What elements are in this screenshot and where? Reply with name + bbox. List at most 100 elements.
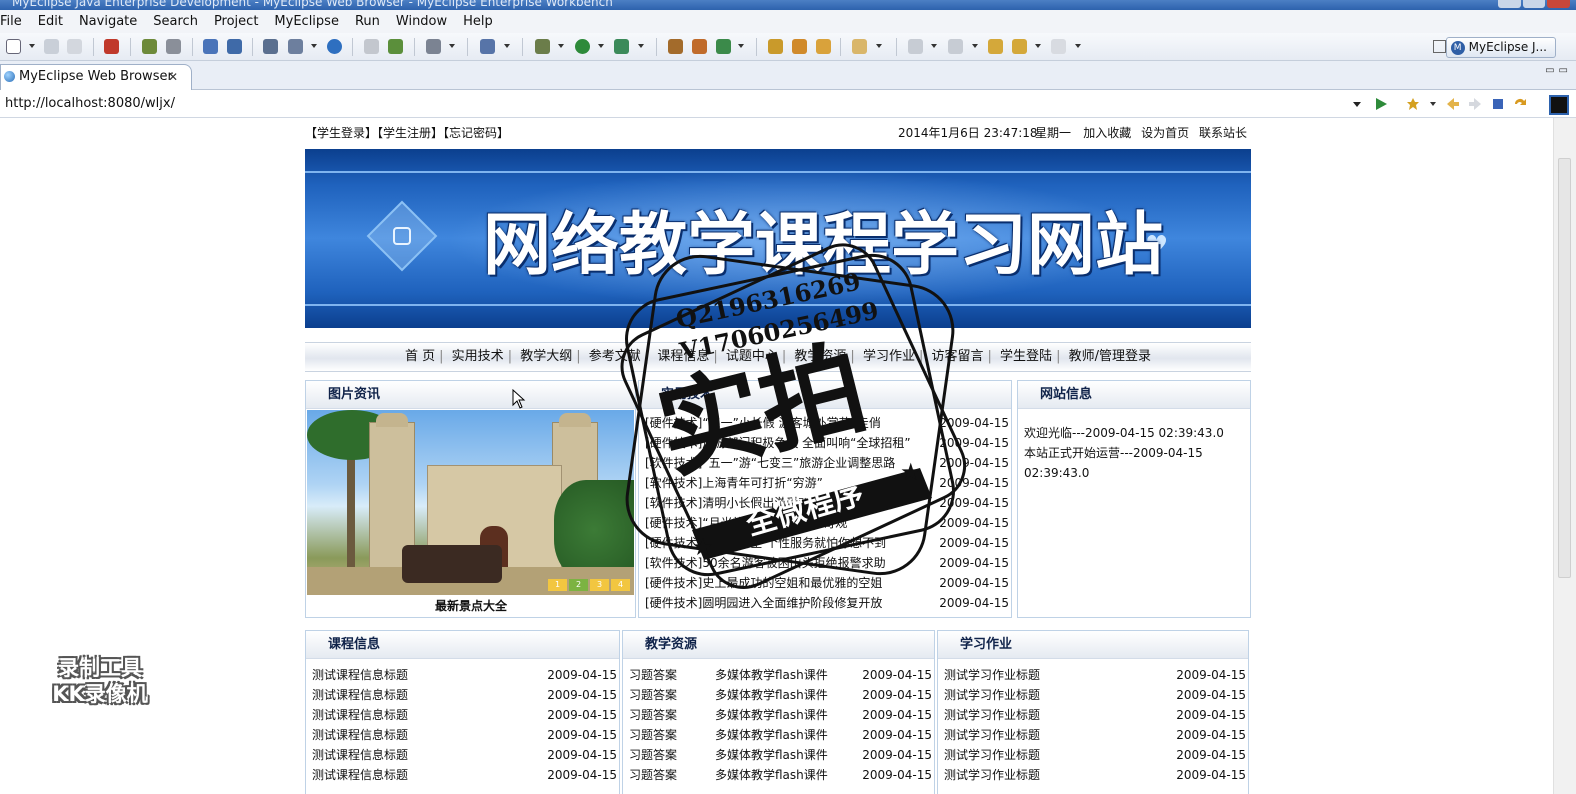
item-title[interactable]: 测试课程信息标题	[312, 728, 408, 742]
debug-dropdown-icon[interactable]	[558, 44, 564, 48]
terminal-dropdown-icon[interactable]	[449, 44, 455, 48]
maximize-button[interactable]	[1522, 0, 1546, 8]
bookmark-dropdown-icon[interactable]	[1430, 102, 1436, 106]
new-server-icon[interactable]	[480, 39, 495, 54]
browser-forward-icon[interactable]	[1468, 97, 1482, 111]
item-title[interactable]: 测试课程信息标题	[312, 688, 408, 702]
item-title[interactable]: 测试学习作业标题	[944, 768, 1040, 782]
set-homepage-link[interactable]: 设为首页	[1141, 126, 1189, 140]
perspective-button[interactable]: M MyEclipse J...	[1445, 37, 1556, 58]
list-item[interactable]: [软件技术]清明小长假出游受欢迎 2009-04-15	[645, 493, 1011, 513]
item-title[interactable]: 测试学习作业标题	[944, 748, 1040, 762]
pen-icon[interactable]	[792, 39, 807, 54]
nav-teacher-admin-login[interactable]: 教师/管理登录	[1069, 349, 1151, 364]
bookmark-icon[interactable]	[1406, 97, 1420, 111]
list-item[interactable]: [硬件技术]圆明园进入全面维护阶段修复开放 2009-04-15	[645, 593, 1011, 613]
scrollbar-thumb[interactable]	[1558, 158, 1571, 578]
item-title[interactable]: 测试学习作业标题	[944, 668, 1040, 682]
item-title[interactable]: [硬件技术]“月光族”旅游“超火爆”奇观	[645, 516, 847, 530]
globe-icon[interactable]	[327, 39, 342, 54]
tab-minmax-controls[interactable]: ▭▭	[1545, 65, 1572, 76]
run-icon[interactable]	[575, 39, 590, 54]
stop-icon[interactable]	[1491, 97, 1505, 111]
item-title[interactable]: 多媒体教学flash课件	[715, 665, 828, 685]
menu-search[interactable]: Search	[153, 14, 198, 29]
item-title[interactable]: 多媒体教学flash课件	[715, 685, 828, 705]
wizard2-icon[interactable]	[227, 39, 242, 54]
item-title[interactable]: [硬件技术]圆明园进入全面维护阶段修复开放	[645, 596, 882, 610]
search-folder-dropdown-icon[interactable]	[876, 44, 882, 48]
list-item[interactable]: 测试课程信息标题 2009-04-15	[312, 725, 619, 745]
debug-icon[interactable]	[535, 39, 550, 54]
nav-course-info[interactable]: 课程信息	[657, 349, 709, 364]
slide-dot-3[interactable]: 3	[590, 579, 609, 591]
student-register-link[interactable]: 【学生注册】	[377, 126, 443, 140]
item-category[interactable]: 习题答案	[629, 708, 677, 722]
contact-admin-link[interactable]: 联系站长	[1199, 126, 1247, 140]
list-item[interactable]: 测试课程信息标题 2009-04-15	[312, 665, 619, 685]
item-category[interactable]: 习题答案	[629, 768, 677, 782]
run-server-icon[interactable]	[388, 39, 403, 54]
new-icon[interactable]	[6, 39, 21, 54]
list-item[interactable]: 测试课程信息标题 2009-04-15	[312, 745, 619, 765]
prev-annotation-icon[interactable]	[948, 39, 963, 54]
forward-icon[interactable]	[1051, 39, 1066, 54]
list-item[interactable]: [硬件技术]史上最成功的空姐和最优雅的空姐 2009-04-15	[645, 573, 1011, 593]
scenic-photo[interactable]: 1 2 3 4	[307, 410, 634, 595]
item-title[interactable]: [硬件技术]“三一”小长假 游客城外赏花”走俏	[645, 416, 881, 430]
forgot-password-link[interactable]: 【忘记密码】	[443, 126, 509, 140]
page-scrollbar[interactable]	[1553, 118, 1576, 794]
new-class-icon[interactable]	[692, 39, 707, 54]
slide-dot-2[interactable]: 2	[569, 579, 588, 591]
item-title[interactable]: 测试课程信息标题	[312, 708, 408, 722]
item-category[interactable]: 习题答案	[629, 668, 677, 682]
refresh-dropdown-icon[interactable]	[738, 44, 744, 48]
print-icon[interactable]	[67, 39, 82, 54]
nav-exam-center[interactable]: 试题中心	[726, 349, 778, 364]
item-category[interactable]: 习题答案	[629, 748, 677, 762]
menu-help[interactable]: Help	[463, 14, 493, 29]
list-item[interactable]: [软件技术]50余名游客被困山头拒绝报警求助 2009-04-15	[645, 553, 1011, 573]
item-title[interactable]: 测试课程信息标题	[312, 668, 408, 682]
list-item[interactable]: 测试学习作业标题 2009-04-15	[944, 765, 1248, 785]
item-title[interactable]: [硬件技术]史上最成功的空姐和最优雅的空姐	[645, 576, 882, 590]
open-folder-icon[interactable]	[768, 39, 783, 54]
list-item[interactable]: 习题答案 多媒体教学flash课件 2009-04-15	[629, 665, 934, 685]
item-title[interactable]: [硬件技术]旅游部门积极争议 全面叫响“全球招租”	[645, 436, 911, 450]
item-title[interactable]: 多媒体教学flash课件	[715, 705, 828, 725]
menu-run[interactable]: Run	[355, 14, 380, 29]
list-item[interactable]: 测试学习作业标题 2009-04-15	[944, 705, 1248, 725]
run-dropdown-icon[interactable]	[598, 44, 604, 48]
menu-window[interactable]: Window	[396, 14, 447, 29]
new-dropdown-icon[interactable]	[29, 44, 35, 48]
item-title[interactable]: [软件技术]清明小长假出游受欢迎	[645, 496, 822, 510]
item-title[interactable]: [硬件技术]感受星日空 个性服务就怕你想不到	[645, 536, 886, 550]
item-title[interactable]: [软件技术]上海青年可打折“穷游”	[645, 476, 823, 490]
nav-home[interactable]: 首 页	[405, 349, 435, 364]
list-item[interactable]: [软件技术]“五一”游“七变三”旅游企业调整思路 2009-04-15	[645, 453, 1011, 473]
last-edit-icon[interactable]	[988, 39, 1003, 54]
photo-caption[interactable]: 最新景点大全	[306, 597, 636, 614]
next-annotation-icon[interactable]	[908, 39, 923, 54]
back-icon[interactable]	[1012, 39, 1027, 54]
list-item[interactable]: 测试学习作业标题 2009-04-15	[944, 685, 1248, 705]
slide-dot-1[interactable]: 1	[548, 579, 567, 591]
list-item[interactable]: 测试学习作业标题 2009-04-15	[944, 725, 1248, 745]
menu-project[interactable]: Project	[214, 14, 258, 29]
open-type-dropdown-icon[interactable]	[311, 44, 317, 48]
list-item[interactable]: 测试学习作业标题 2009-04-15	[944, 665, 1248, 685]
browser-refresh-icon[interactable]	[1513, 97, 1527, 111]
close-tab-icon[interactable]: ✕	[168, 65, 178, 89]
next-annotation-dropdown-icon[interactable]	[931, 44, 937, 48]
menu-edit[interactable]: Edit	[38, 14, 63, 29]
hierarchy-icon[interactable]	[263, 39, 278, 54]
deploy-icon[interactable]	[142, 39, 157, 54]
window-controls[interactable]	[1498, 0, 1571, 8]
slide-dot-4[interactable]: 4	[611, 579, 630, 591]
list-item[interactable]: [硬件技术]旅游部门积极争议 全面叫响“全球招租” 2009-04-15	[645, 433, 1011, 453]
menu-file[interactable]: File	[0, 14, 22, 29]
nav-homework[interactable]: 学习作业	[863, 349, 915, 364]
menu-navigate[interactable]: Navigate	[79, 14, 137, 29]
url-input[interactable]: http://localhost:8080/wljx/	[5, 96, 175, 111]
list-item[interactable]: [软件技术]上海青年可打折“穷游” 2009-04-15	[645, 473, 1011, 493]
